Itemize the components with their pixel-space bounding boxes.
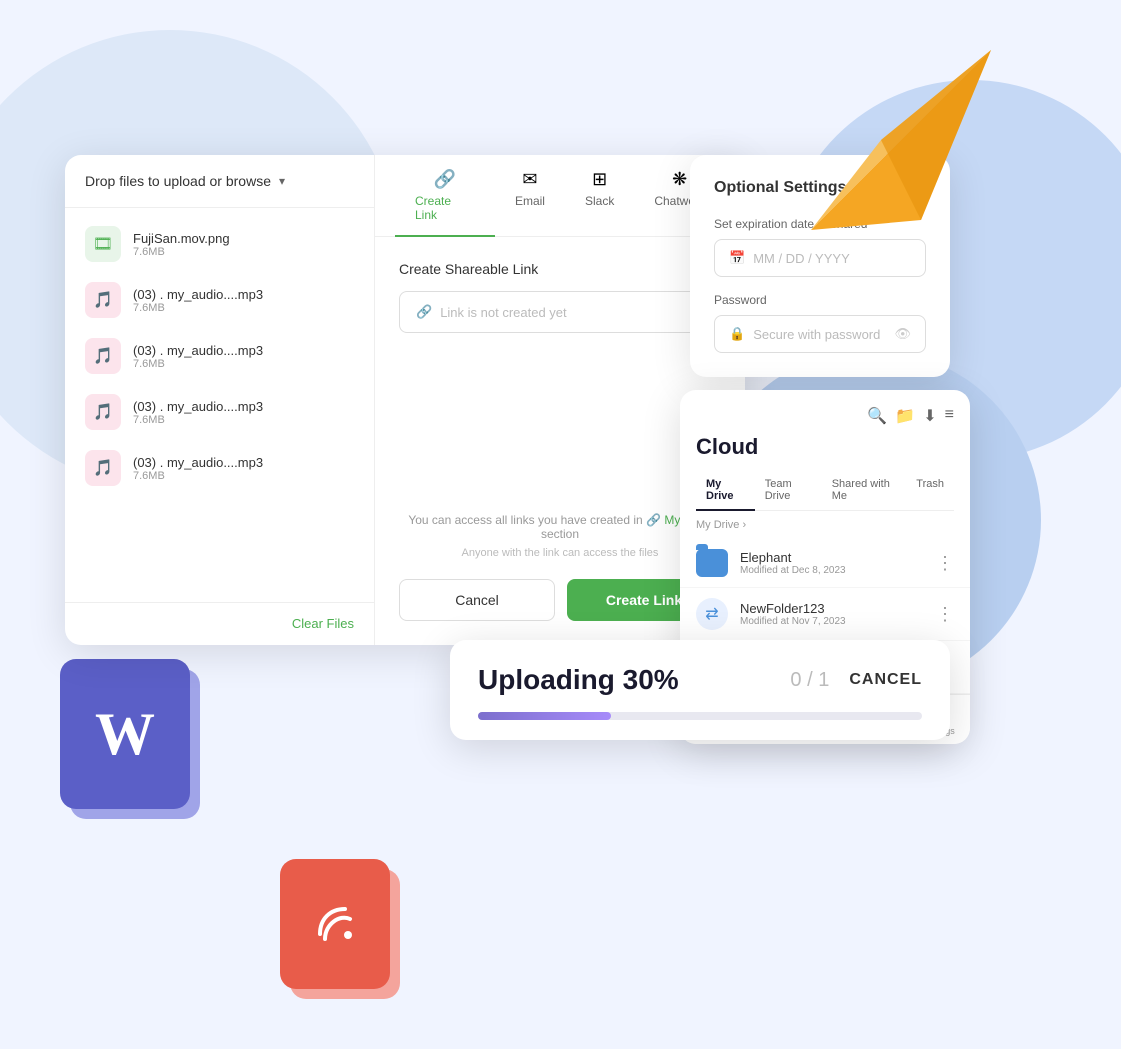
link-icon: 🔗 <box>434 169 456 190</box>
upload-cancel-button[interactable]: CANCEL <box>849 671 922 689</box>
cloud-tab-my-drive[interactable]: My Drive <box>696 470 755 510</box>
progress-bar-fill <box>478 712 611 720</box>
more-options-icon[interactable]: ⋮ <box>936 604 954 625</box>
list-item: 🎞 FujiSan.mov.png 7.6MB <box>65 216 374 272</box>
cloud-tab-trash[interactable]: Trash <box>906 470 954 510</box>
password-input[interactable]: 🔒 Secure with password 👁 <box>714 315 926 353</box>
audio-file-icon: 🎵 <box>85 394 121 430</box>
file-name: (03) . my_audio....mp3 <box>133 399 354 414</box>
list-item: 🎵 (03) . my_audio....mp3 7.6MB <box>65 328 374 384</box>
drop-header-text: Drop files to upload or browse <box>85 173 271 189</box>
cloud-tab-shared[interactable]: Shared with Me <box>822 470 907 510</box>
email-icon: ✉ <box>522 169 537 190</box>
file-size: 7.6MB <box>133 470 354 482</box>
upload-progress-card: Uploading 30% 0 / 1 CANCEL <box>450 640 950 740</box>
word-icon-letter: W <box>60 659 190 809</box>
file-info: (03) . my_audio....mp3 7.6MB <box>133 399 354 426</box>
shareable-title: Create Shareable Link <box>399 261 721 277</box>
slack-icon: ⊞ <box>592 169 607 190</box>
folder-date: Modified at Dec 8, 2023 <box>740 565 924 576</box>
cloud-toolbar: 🔍 📁 ⬇ ≡ <box>696 406 954 426</box>
list-item: 🎵 (03) . my_audio....mp3 7.6MB <box>65 440 374 496</box>
lock-icon: 🔒 <box>729 326 745 342</box>
file-name: (03) . my_audio....mp3 <box>133 287 354 302</box>
cloud-item-info: Elephant Modified at Dec 8, 2023 <box>740 550 924 576</box>
tab-create-link[interactable]: 🔗 Create Link <box>395 155 495 236</box>
cloud-tab-team-drive[interactable]: Team Drive <box>755 470 822 510</box>
file-list: 🎞 FujiSan.mov.png 7.6MB 🎵 (03) . my_audi… <box>65 208 374 602</box>
cancel-button[interactable]: Cancel <box>399 579 555 621</box>
cloud-item-info: NewFolder123 Modified at Nov 7, 2023 <box>740 601 924 627</box>
link-placeholder-icon: 🔗 <box>416 304 432 320</box>
link-placeholder-text: Link is not created yet <box>440 305 566 320</box>
tab-email[interactable]: ✉ Email <box>495 155 565 236</box>
upload-counter: 0 / 1 <box>790 669 829 692</box>
cloud-header: 🔍 📁 ⬇ ≡ Cloud My Drive Team Drive Shared… <box>680 390 970 511</box>
upload-row: Uploading 30% 0 / 1 CANCEL <box>478 664 922 696</box>
chatwork-icon: ❋ <box>672 169 687 190</box>
calendar-icon: 📅 <box>729 250 745 266</box>
file-info: (03) . my_audio....mp3 7.6MB <box>133 455 354 482</box>
audio-file-icon: 🎵 <box>85 282 121 318</box>
cloud-breadcrumb: My Drive › <box>680 511 970 539</box>
file-name: (03) . my_audio....mp3 <box>133 455 354 470</box>
sort-icon[interactable]: ≡ <box>945 406 954 426</box>
file-size: 7.6MB <box>133 302 354 314</box>
anyone-access-text: Anyone with the link can access the file… <box>399 547 721 559</box>
tab-slack-label: Slack <box>585 194 614 208</box>
expiry-date-input[interactable]: 📅 MM / DD / YYYY <box>714 239 926 277</box>
pdf-file-icon <box>280 859 390 989</box>
file-info: FujiSan.mov.png 7.6MB <box>133 231 354 258</box>
progress-bar-background <box>478 712 922 720</box>
clear-files-bar: Clear Files <box>65 602 374 645</box>
upload-percentage: Uploading 30% <box>478 664 679 696</box>
date-placeholder: MM / DD / YYYY <box>753 251 850 266</box>
action-buttons: Cancel Create Link <box>399 579 721 621</box>
list-item: 🎵 (03) . my_audio....mp3 7.6MB <box>65 384 374 440</box>
paper-plane-decoration <box>801 40 1001 240</box>
video-file-icon: 🎞 <box>85 226 121 262</box>
file-sidebar: Drop files to upload or browse ▾ 🎞 FujiS… <box>65 155 375 645</box>
tab-slack[interactable]: ⊞ Slack <box>565 155 634 236</box>
file-name: FujiSan.mov.png <box>133 231 354 246</box>
search-icon[interactable]: 🔍 <box>867 406 887 426</box>
cloud-title: Cloud <box>696 434 954 460</box>
more-options-icon[interactable]: ⋮ <box>936 553 954 574</box>
share-folder-icon: ⇄ <box>696 598 728 630</box>
chevron-down-icon: ▾ <box>279 174 285 188</box>
folder-date: Modified at Nov 7, 2023 <box>740 616 924 627</box>
folder-name: Elephant <box>740 550 924 565</box>
info-text: You can access all links you have create… <box>399 513 721 541</box>
link-input-box[interactable]: 🔗 Link is not created yet <box>399 291 721 333</box>
folder-name: NewFolder123 <box>740 601 924 616</box>
cloud-drive-tabs: My Drive Team Drive Shared with Me Trash <box>696 470 954 511</box>
drop-header[interactable]: Drop files to upload or browse ▾ <box>65 155 374 208</box>
word-file-icon: W <box>60 659 190 809</box>
tab-create-link-label: Create Link <box>415 194 475 222</box>
password-label: Password <box>714 293 926 307</box>
file-size: 7.6MB <box>133 246 354 258</box>
upload-folder-icon[interactable]: 📁 <box>895 406 915 426</box>
file-size: 7.6MB <box>133 414 354 426</box>
pdf-icon-symbol <box>280 859 390 989</box>
file-name: (03) . my_audio....mp3 <box>133 343 354 358</box>
password-placeholder: Secure with password <box>753 327 880 342</box>
file-size: 7.6MB <box>133 358 354 370</box>
file-info: (03) . my_audio....mp3 7.6MB <box>133 287 354 314</box>
main-panel: Drop files to upload or browse ▾ 🎞 FujiS… <box>65 155 745 645</box>
cloud-folder-item: ⇄ NewFolder123 Modified at Nov 7, 2023 ⋮ <box>680 588 970 641</box>
clear-files-button[interactable]: Clear Files <box>292 616 354 631</box>
list-item: 🎵 (03) . my_audio....mp3 7.6MB <box>65 272 374 328</box>
file-info: (03) . my_audio....mp3 7.6MB <box>133 343 354 370</box>
folder-icon <box>696 549 728 577</box>
audio-file-icon: 🎵 <box>85 450 121 486</box>
download-icon[interactable]: ⬇ <box>923 406 936 426</box>
tab-email-label: Email <box>515 194 545 208</box>
audio-file-icon: 🎵 <box>85 338 121 374</box>
eye-icon[interactable]: 👁 <box>894 326 911 342</box>
cloud-folder-item: Elephant Modified at Dec 8, 2023 ⋮ <box>680 539 970 588</box>
